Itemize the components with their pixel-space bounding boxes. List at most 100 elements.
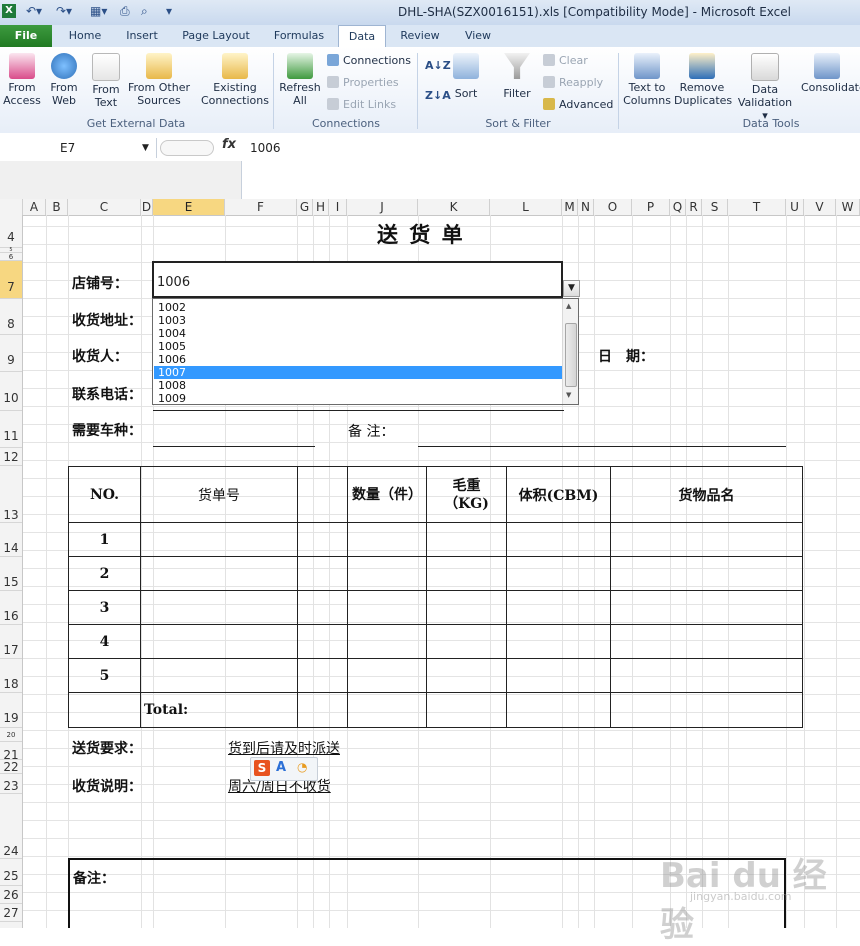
text-to-columns-button[interactable]: Text to Columns	[622, 53, 672, 107]
tab-data[interactable]: Data	[338, 25, 386, 49]
row-header[interactable]: 26	[0, 886, 22, 904]
column-header[interactable]: A	[23, 199, 46, 215]
insert-function-icon[interactable]: fx	[222, 137, 236, 152]
edit-links-button[interactable]: Edit Links	[327, 98, 396, 112]
from-web-button[interactable]: From Web	[44, 53, 84, 107]
column-header[interactable]: V	[804, 199, 836, 215]
row-header[interactable]: 4	[0, 215, 22, 248]
column-header[interactable]: R	[686, 199, 702, 215]
row-header[interactable]: 10	[0, 372, 22, 411]
select-all-corner[interactable]	[0, 199, 23, 215]
column-header[interactable]: D	[141, 199, 153, 215]
dropdown-option[interactable]: 1008	[154, 379, 563, 392]
validation-dropdown-list[interactable]: 1002 1003 1004 1005 1006 1007 1008 1009 …	[152, 298, 579, 405]
data-validation-button[interactable]: Data Validation ▾	[734, 53, 796, 122]
sort-descending-icon[interactable]: Z↓A	[425, 89, 451, 103]
scroll-up-icon[interactable]: ▲	[566, 302, 571, 310]
filter-button[interactable]: Filter	[498, 53, 536, 100]
row-header[interactable]: 24	[0, 794, 22, 859]
column-header[interactable]: G	[297, 199, 313, 215]
column-header[interactable]: L	[490, 199, 562, 215]
row-header[interactable]: 27	[0, 904, 22, 922]
scrollbar-thumb[interactable]	[565, 323, 577, 387]
sort-button[interactable]: Sort	[448, 53, 484, 100]
column-header[interactable]: Q	[670, 199, 686, 215]
row-header[interactable]: 14	[0, 523, 22, 557]
row-header[interactable]: 8	[0, 299, 22, 335]
column-header[interactable]: I	[329, 199, 347, 215]
dropdown-option[interactable]: 1002	[154, 301, 563, 314]
row-header[interactable]: 11	[0, 411, 22, 448]
row-header[interactable]: 15	[0, 557, 22, 591]
sogou-ime-icon[interactable]: S	[254, 760, 270, 776]
clear-filter-button[interactable]: Clear	[543, 54, 588, 68]
ime-toolbar[interactable]: S A ◔	[250, 757, 318, 781]
properties-button[interactable]: Properties	[327, 76, 399, 90]
row-header[interactable]: 21	[0, 742, 22, 762]
refresh-all-button[interactable]: Refresh All	[278, 53, 322, 107]
dropdown-arrow-button[interactable]: ▼	[563, 280, 580, 297]
column-header[interactable]: W	[836, 199, 860, 215]
rss-icon[interactable]: ◔	[297, 760, 307, 774]
row-header[interactable]: 9	[0, 335, 22, 372]
tab-file[interactable]: File	[0, 25, 52, 47]
active-cell-e7[interactable]: 1006	[152, 261, 563, 298]
row-header[interactable]: 23	[0, 774, 22, 794]
row-header[interactable]: 18	[0, 659, 22, 693]
row-header[interactable]: 22	[0, 760, 22, 774]
column-header[interactable]: H	[313, 199, 329, 215]
column-header[interactable]: T	[728, 199, 786, 215]
print-preview-icon[interactable]: ⌕	[141, 4, 148, 20]
tab-insert[interactable]: Insert	[118, 25, 166, 47]
formula-input[interactable]: 1006	[250, 141, 281, 155]
redo-icon[interactable]: ↷▾	[56, 4, 72, 20]
row-header[interactable]: 19	[0, 693, 22, 728]
formula-bar-expander[interactable]	[160, 140, 214, 156]
customize-qat-icon[interactable]: ▾	[166, 4, 172, 20]
dropdown-option[interactable]: 1004	[154, 327, 563, 340]
row-header[interactable]: 20	[0, 728, 22, 742]
dropdown-option[interactable]: 1006	[154, 353, 563, 366]
name-box[interactable]: E7 ▼	[0, 138, 157, 158]
dropdown-option[interactable]: 1003	[154, 314, 563, 327]
column-header[interactable]: E	[153, 199, 225, 215]
column-header[interactable]: F	[225, 199, 297, 215]
ime-mode-icon[interactable]: A	[276, 760, 286, 775]
column-header[interactable]: N	[578, 199, 594, 215]
dropdown-option[interactable]: 1005	[154, 340, 563, 353]
row-header[interactable]: 6	[0, 253, 22, 261]
row-header[interactable]: 7	[0, 261, 22, 299]
from-access-button[interactable]: From Access	[2, 53, 42, 107]
column-header[interactable]: B	[46, 199, 68, 215]
row-header[interactable]: 25	[0, 859, 22, 886]
existing-connections-button[interactable]: Existing Connections	[200, 53, 270, 107]
column-header[interactable]: U	[786, 199, 804, 215]
tab-formulas[interactable]: Formulas	[266, 25, 332, 47]
tab-view[interactable]: View	[456, 25, 500, 47]
from-other-sources-button[interactable]: From Other Sources	[128, 53, 190, 107]
print-icon[interactable]: ⎙	[120, 4, 130, 20]
tab-review[interactable]: Review	[394, 25, 446, 47]
tab-home[interactable]: Home	[62, 25, 108, 47]
column-header[interactable]: C	[68, 199, 141, 215]
sort-ascending-icon[interactable]: A↓Z	[425, 59, 451, 73]
remove-duplicates-button[interactable]: Remove Duplicates	[674, 53, 732, 107]
row-header[interactable]: 13	[0, 466, 22, 523]
dropdown-option-highlighted[interactable]: 1007	[154, 366, 563, 379]
advanced-filter-button[interactable]: Advanced	[543, 98, 613, 112]
column-header[interactable]: S	[702, 199, 728, 215]
dropdown-option[interactable]: 1009	[154, 392, 563, 405]
row-header[interactable]: 16	[0, 591, 22, 625]
undo-icon[interactable]: ↶▾	[26, 4, 42, 20]
reapply-button[interactable]: Reapply	[543, 76, 603, 90]
column-header[interactable]: O	[594, 199, 632, 215]
row-header[interactable]: 12	[0, 448, 22, 466]
chevron-down-icon[interactable]: ▼	[142, 138, 149, 158]
column-header[interactable]: K	[418, 199, 490, 215]
connections-button[interactable]: Connections	[327, 54, 411, 68]
column-header[interactable]: M	[562, 199, 578, 215]
column-header[interactable]: P	[632, 199, 670, 215]
tab-page-layout[interactable]: Page Layout	[176, 25, 256, 47]
row-header[interactable]: 17	[0, 625, 22, 659]
scroll-down-icon[interactable]: ▼	[566, 391, 571, 399]
